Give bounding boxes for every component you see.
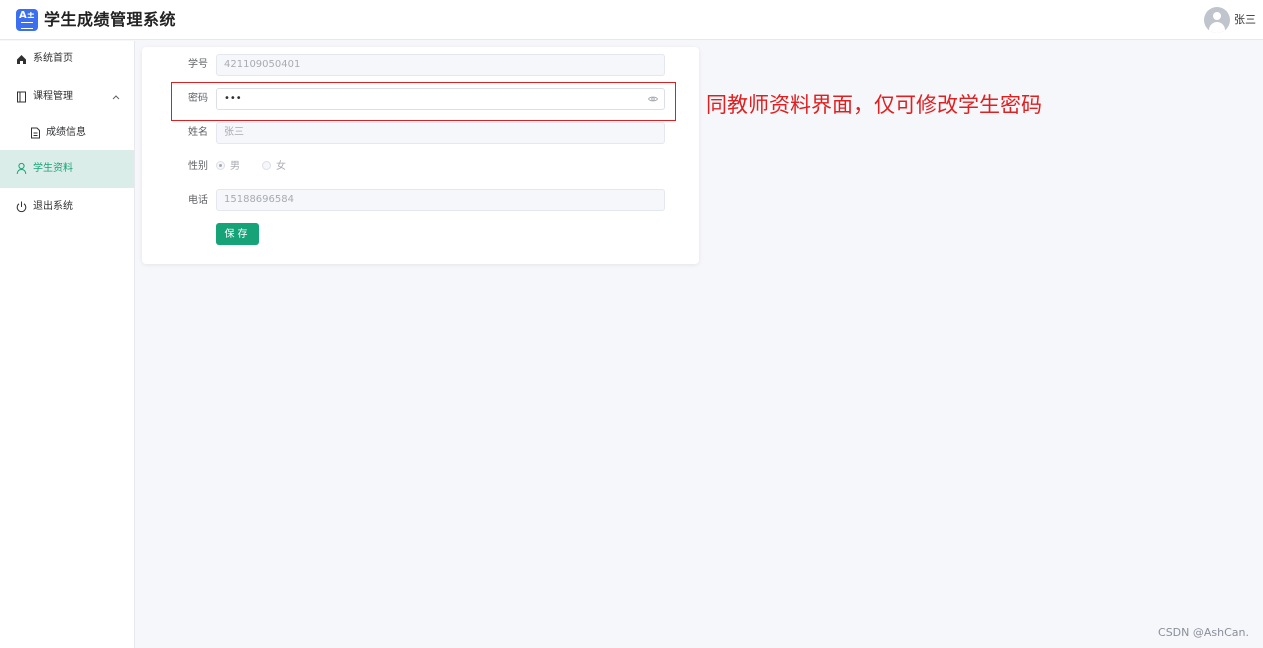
- top-header: A± 学生成绩管理系统 张三: [0, 0, 1263, 40]
- watermark: CSDN @AshCan.: [1158, 626, 1249, 639]
- sidebar-item-logout[interactable]: 退出系统: [0, 189, 134, 225]
- app-title: 学生成绩管理系统: [44, 10, 177, 29]
- home-icon: [16, 41, 28, 77]
- user-icon: [16, 150, 28, 188]
- sidebar: 系统首页 课程管理 成绩信息 学生资料 退出系统: [0, 41, 135, 648]
- sidebar-item-label: 成绩信息: [46, 127, 86, 138]
- sidebar-item-course-management[interactable]: 课程管理: [0, 79, 134, 115]
- sidebar-item-grades[interactable]: 成绩信息: [0, 115, 134, 151]
- radio-dot: [262, 161, 271, 170]
- user-name[interactable]: 张三: [1234, 13, 1256, 27]
- power-icon: [16, 189, 28, 225]
- gender-radio-female: 女: [262, 160, 286, 174]
- book-icon: [16, 79, 28, 115]
- phone-label: 电话: [188, 195, 208, 206]
- sidebar-item-student-profile[interactable]: 学生资料: [0, 150, 134, 188]
- gender-label: 性别: [188, 161, 208, 172]
- annotation-highlight-box: [171, 82, 676, 121]
- sidebar-item-label: 学生资料: [33, 163, 73, 174]
- student-id-field: 421109050401: [216, 54, 665, 76]
- student-id-label: 学号: [188, 59, 208, 70]
- sidebar-item-label: 系统首页: [33, 53, 73, 64]
- document-icon: [30, 115, 42, 151]
- user-avatar-icon[interactable]: [1204, 7, 1230, 33]
- sidebar-item-home[interactable]: 系统首页: [0, 41, 134, 77]
- annotation-text: 同教师资料界面，仅可修改学生密码: [706, 93, 1042, 117]
- gender-radio-male: 男: [216, 160, 240, 174]
- name-field: 张三: [216, 122, 665, 144]
- phone-field: 15188696584: [216, 189, 665, 211]
- sidebar-item-label: 退出系统: [33, 201, 73, 212]
- radio-dot: [216, 161, 225, 170]
- save-button[interactable]: 保存: [216, 223, 259, 245]
- sidebar-item-label: 课程管理: [33, 91, 73, 102]
- name-label: 姓名: [188, 127, 208, 138]
- app-logo-icon: A±: [16, 9, 38, 31]
